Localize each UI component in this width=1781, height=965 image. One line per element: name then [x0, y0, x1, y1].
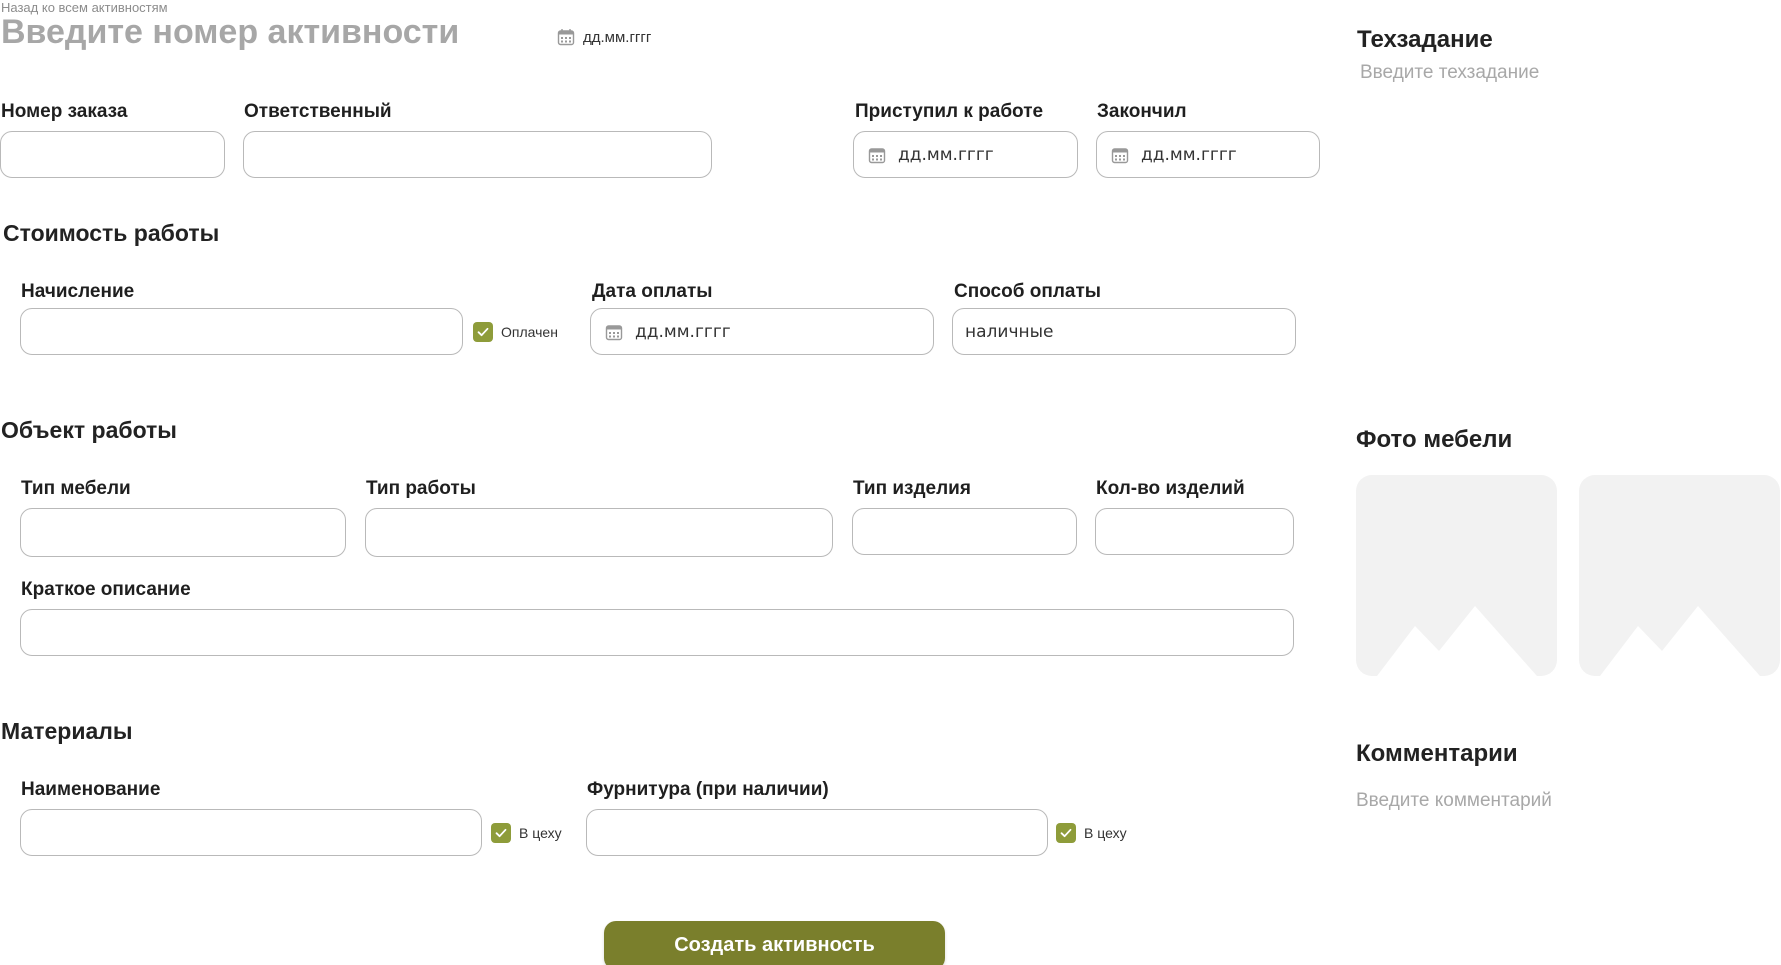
started-date-field[interactable]: дд.мм.гггг: [853, 131, 1078, 178]
accrual-field[interactable]: [20, 308, 463, 355]
cost-section-title: Стоимость работы: [3, 220, 220, 246]
product-count-field[interactable]: [1095, 508, 1294, 555]
payment-method-select[interactable]: наличные: [952, 308, 1296, 355]
responsible-label: Ответственный: [244, 101, 392, 122]
photo-slot-1[interactable]: [1356, 475, 1557, 676]
materials-section-title: Материалы: [1, 718, 133, 744]
photos-title: Фото мебели: [1356, 426, 1513, 453]
hardware-field[interactable]: [586, 809, 1048, 856]
product-type-label: Тип изделия: [853, 478, 971, 499]
hardware-in-shop-checkbox[interactable]: В цеху: [1056, 823, 1127, 843]
order-number-label: Номер заказа: [1, 101, 128, 122]
calendar-icon: [1111, 147, 1129, 163]
responsible-field[interactable]: [243, 131, 712, 178]
payment-date-placeholder: дд.мм.гггг: [635, 321, 731, 342]
comments-title: Комментарии: [1356, 740, 1518, 767]
product-type-field[interactable]: [852, 508, 1077, 555]
payment-method-label: Способ оплаты: [954, 281, 1101, 302]
description-field[interactable]: [20, 609, 1294, 656]
payment-method-value: наличные: [965, 321, 1054, 342]
checkmark-icon: [495, 828, 507, 838]
activity-date-placeholder: дд.мм.гггг: [583, 28, 652, 46]
finished-date-field[interactable]: дд.мм.гггг: [1096, 131, 1320, 178]
work-type-field[interactable]: [365, 508, 833, 557]
work-object-section-title: Объект работы: [1, 417, 177, 443]
payment-date-field[interactable]: дд.мм.гггг: [590, 308, 934, 355]
checkmark-icon: [1060, 828, 1072, 838]
finished-label: Закончил: [1097, 101, 1187, 122]
calendar-icon: [557, 29, 575, 46]
material-name-label: Наименование: [21, 779, 161, 800]
spec-input[interactable]: Введите техзадание: [1360, 62, 1539, 84]
spec-title: Техзадание: [1357, 26, 1493, 53]
calendar-icon: [868, 147, 886, 163]
started-date-placeholder: дд.мм.гггг: [898, 144, 994, 165]
activity-date-field[interactable]: дд.мм.гггг: [557, 26, 651, 48]
material-in-shop-label: В цеху: [519, 825, 562, 841]
started-label: Приступил к работе: [855, 101, 1044, 122]
hardware-label: Фурнитура (при наличии): [587, 779, 829, 800]
description-label: Краткое описание: [21, 579, 191, 600]
order-number-field[interactable]: [0, 131, 225, 178]
payment-date-label: Дата оплаты: [592, 281, 713, 302]
furniture-type-field[interactable]: [20, 508, 346, 557]
photo-slot-2[interactable]: [1579, 475, 1780, 676]
calendar-icon: [605, 324, 623, 340]
create-activity-button[interactable]: Создать активность: [604, 921, 945, 965]
accrual-label: Начисление: [21, 281, 135, 302]
material-name-field[interactable]: [20, 809, 482, 856]
paid-checkbox-label: Оплачен: [501, 324, 558, 340]
material-in-shop-checkbox[interactable]: В цеху: [491, 823, 562, 843]
activity-number-input[interactable]: Введите номер активности: [1, 13, 459, 52]
work-type-label: Тип работы: [366, 478, 476, 499]
checkbox-checked[interactable]: [473, 322, 493, 342]
comment-input[interactable]: Введите комментарий: [1356, 790, 1552, 812]
checkmark-icon: [477, 327, 489, 337]
checkbox-checked[interactable]: [1056, 823, 1076, 843]
checkbox-checked[interactable]: [491, 823, 511, 843]
finished-date-placeholder: дд.мм.гггг: [1141, 144, 1237, 165]
image-placeholder-icon: [1376, 606, 1537, 676]
paid-checkbox[interactable]: Оплачен: [473, 322, 558, 342]
product-count-label: Кол-во изделий: [1096, 478, 1245, 499]
hardware-in-shop-label: В цеху: [1084, 825, 1127, 841]
image-placeholder-icon: [1599, 606, 1760, 676]
furniture-type-label: Тип мебели: [21, 478, 131, 499]
